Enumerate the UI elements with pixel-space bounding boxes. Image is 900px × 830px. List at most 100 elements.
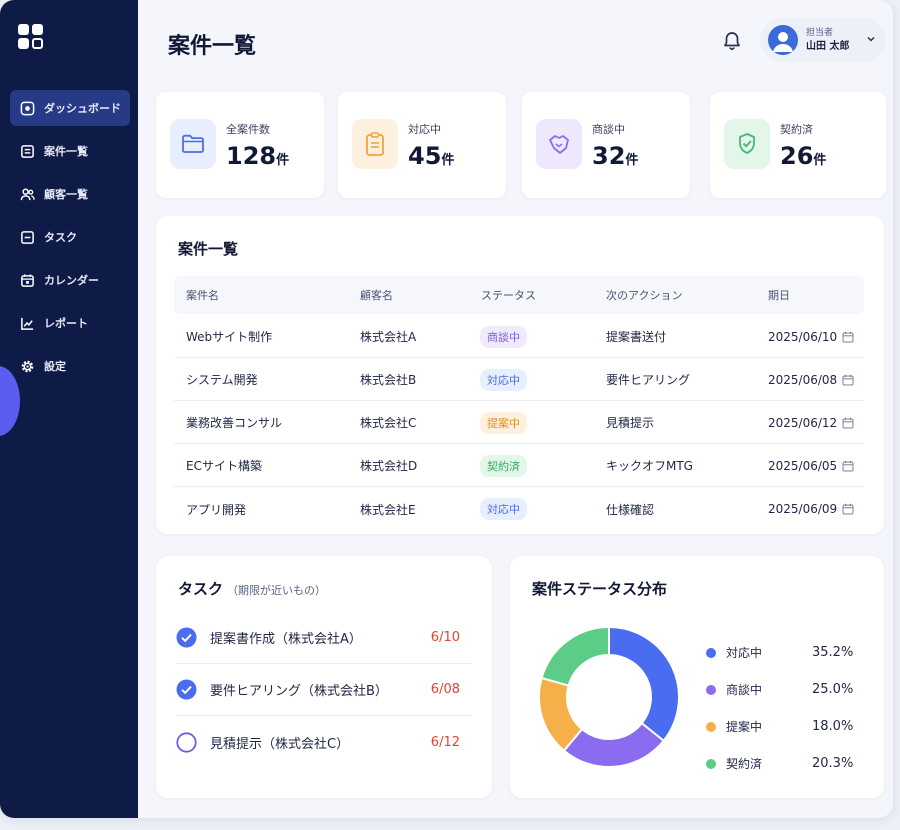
checked-circle-icon[interactable] xyxy=(176,627,197,648)
app-logo-icon[interactable] xyxy=(18,24,44,50)
client-name: 株式会社D xyxy=(360,459,418,473)
legend-item: 提案中 18.0% xyxy=(706,708,866,745)
next-action: 提案書送付 xyxy=(606,330,667,344)
page-title: 案件一覧 xyxy=(168,34,257,59)
task-due: 6/12 xyxy=(430,734,460,750)
status-badge: 対応中 xyxy=(480,498,527,520)
sidebar-item-label: 設定 xyxy=(44,360,66,373)
due-cell: 2025/06/09 xyxy=(768,488,854,530)
table-row[interactable]: アプリ開発 株式会社E 対応中 仕様確認 2025/06/09 xyxy=(174,488,864,530)
table-row[interactable]: システム開発 株式会社B 対応中 要件ヒアリング 2025/06/08 xyxy=(174,359,864,401)
legend-label: 提案中 xyxy=(726,720,763,734)
report-icon xyxy=(21,317,34,330)
table-title: 案件一覧 xyxy=(178,240,239,258)
sidebar-item-settings[interactable]: 設定 xyxy=(10,348,130,384)
legend-dot xyxy=(706,758,716,769)
avatar xyxy=(768,25,798,55)
calendar-icon[interactable] xyxy=(842,417,854,429)
calendar-icon[interactable] xyxy=(842,374,854,386)
table-row[interactable]: Webサイト制作 株式会社A 商談中 提案書送付 2025/06/10 xyxy=(174,316,864,358)
column-header[interactable]: 期日 xyxy=(768,276,790,314)
sidebar: ダッシュボード 案件一覧 顧客一覧 タスク カレンダー レポート 設定 xyxy=(0,0,138,818)
calendar-icon xyxy=(21,273,34,287)
status-chart-card: 案件ステータス分布 対応中 35.2% 商談中 25.0% 提案中 18.0% 契約済 20.… xyxy=(510,556,884,798)
due-date: 2025/06/12 xyxy=(768,415,838,430)
status-badge: 商談中 xyxy=(480,325,527,348)
status-cell: 提案中 xyxy=(480,402,527,443)
table-header: 案件名 顧客名 ステータス 次のアクション 期日 xyxy=(174,276,864,314)
bell-icon[interactable] xyxy=(721,30,743,52)
calendar-icon[interactable] xyxy=(842,503,854,515)
donut-slice-1[interactable] xyxy=(608,625,680,743)
column-header[interactable]: 次のアクション xyxy=(606,276,682,314)
sidebar-item-tasks[interactable]: タスク xyxy=(10,219,130,255)
client-name: 株式会社E xyxy=(360,502,416,517)
users-icon xyxy=(20,188,35,200)
stat-icon-bg xyxy=(536,119,582,169)
sidebar-item-reports[interactable]: レポート xyxy=(10,305,130,341)
user-icon xyxy=(773,32,793,52)
sidebar-item-customers[interactable]: 顧客一覧 xyxy=(10,176,130,212)
case-name: アプリ開発 xyxy=(186,502,247,517)
legend-dot xyxy=(706,684,716,695)
due-date: 2025/06/05 xyxy=(768,458,838,473)
task-item[interactable]: 要件ヒアリング（株式会社B） 6/08 xyxy=(176,664,472,716)
calendar-icon[interactable] xyxy=(842,331,854,343)
sidebar-item-label: タスク xyxy=(44,231,77,244)
stat-card-total[interactable]: 全案件数 128件 xyxy=(156,92,324,198)
sidebar-item-dashboard[interactable]: ダッシュボード xyxy=(10,90,130,126)
legend-item: 対応中 35.2% xyxy=(706,634,866,671)
clipboard-icon xyxy=(366,132,384,156)
sidebar-item-label: ダッシュボード xyxy=(44,102,121,115)
chart-title: 案件ステータス分布 xyxy=(532,580,668,598)
stat-card-negotiating[interactable]: 商談中 32件 xyxy=(522,92,690,198)
next-action: 要件ヒアリング xyxy=(606,373,691,387)
folder-icon xyxy=(182,134,204,153)
legend-percent: 35.2% xyxy=(812,645,854,660)
stat-label: 契約済 xyxy=(780,123,813,136)
chart-legend: 対応中 35.2% 商談中 25.0% 提案中 18.0% 契約済 20.3% xyxy=(706,634,866,782)
checked-circle-icon[interactable] xyxy=(176,679,197,700)
client-name: 株式会社B xyxy=(360,373,417,387)
client-name: 株式会社A xyxy=(360,330,417,344)
stat-icon-bg xyxy=(724,119,770,169)
column-header[interactable]: ステータス xyxy=(481,276,536,314)
status-cell: 対応中 xyxy=(480,488,527,530)
stat-card-contracted[interactable]: 契約済 26件 xyxy=(710,92,886,198)
gear-icon xyxy=(21,360,34,372)
task-label: 見積提示（株式会社C） xyxy=(210,736,350,752)
table-row[interactable]: 業務改善コンサル 株式会社C 提案中 見積提示 2025/06/12 xyxy=(174,402,864,444)
sidebar-item-label: レポート xyxy=(44,317,88,330)
legend-label: 商談中 xyxy=(726,683,763,697)
legend-item: 契約済 20.3% xyxy=(706,745,866,782)
legend-item: 商談中 25.0% xyxy=(706,671,866,708)
task-item[interactable]: 見積提示（株式会社C） 6/12 xyxy=(176,716,472,768)
sidebar-item-cases[interactable]: 案件一覧 xyxy=(10,133,130,169)
legend-percent: 18.0% xyxy=(812,719,854,734)
status-cell: 契約済 xyxy=(480,445,527,486)
due-date: 2025/06/08 xyxy=(768,372,838,387)
sidebar-item-calendar[interactable]: カレンダー xyxy=(10,262,130,298)
unchecked-circle-icon[interactable] xyxy=(176,731,197,753)
task-item[interactable]: 提案書作成（株式会社A） 6/10 xyxy=(176,612,472,664)
case-table-card: 案件一覧 案件名 顧客名 ステータス 次のアクション 期日 Webサイト制作 株式… xyxy=(156,216,884,534)
legend-percent: 20.3% xyxy=(812,756,854,771)
stat-value: 32件 xyxy=(592,142,639,170)
client-name: 株式会社C xyxy=(360,416,417,430)
sidebar-item-label: カレンダー xyxy=(44,274,99,287)
task-due: 6/10 xyxy=(430,630,460,645)
legend-label: 契約済 xyxy=(726,757,763,771)
column-header[interactable]: 顧客名 xyxy=(360,276,393,314)
legend-dot xyxy=(706,647,716,658)
next-action: キックオフMTG xyxy=(606,459,693,473)
donut-chart xyxy=(538,625,680,768)
donut-slice-4[interactable] xyxy=(540,625,610,687)
user-menu[interactable]: 担当者 山田 太郎 xyxy=(760,18,886,62)
status-badge: 対応中 xyxy=(480,368,527,391)
table-row[interactable]: ECサイト構築 株式会社D 契約済 キックオフMTG 2025/06/05 xyxy=(174,445,864,487)
column-header[interactable]: 案件名 xyxy=(186,276,219,314)
stat-card-in-progress[interactable]: 対応中 45件 xyxy=(338,92,506,198)
user-role: 担当者 xyxy=(806,28,834,38)
calendar-icon[interactable] xyxy=(842,460,854,472)
sidebar-nav: ダッシュボード 案件一覧 顧客一覧 タスク カレンダー レポート 設定 xyxy=(10,90,130,391)
